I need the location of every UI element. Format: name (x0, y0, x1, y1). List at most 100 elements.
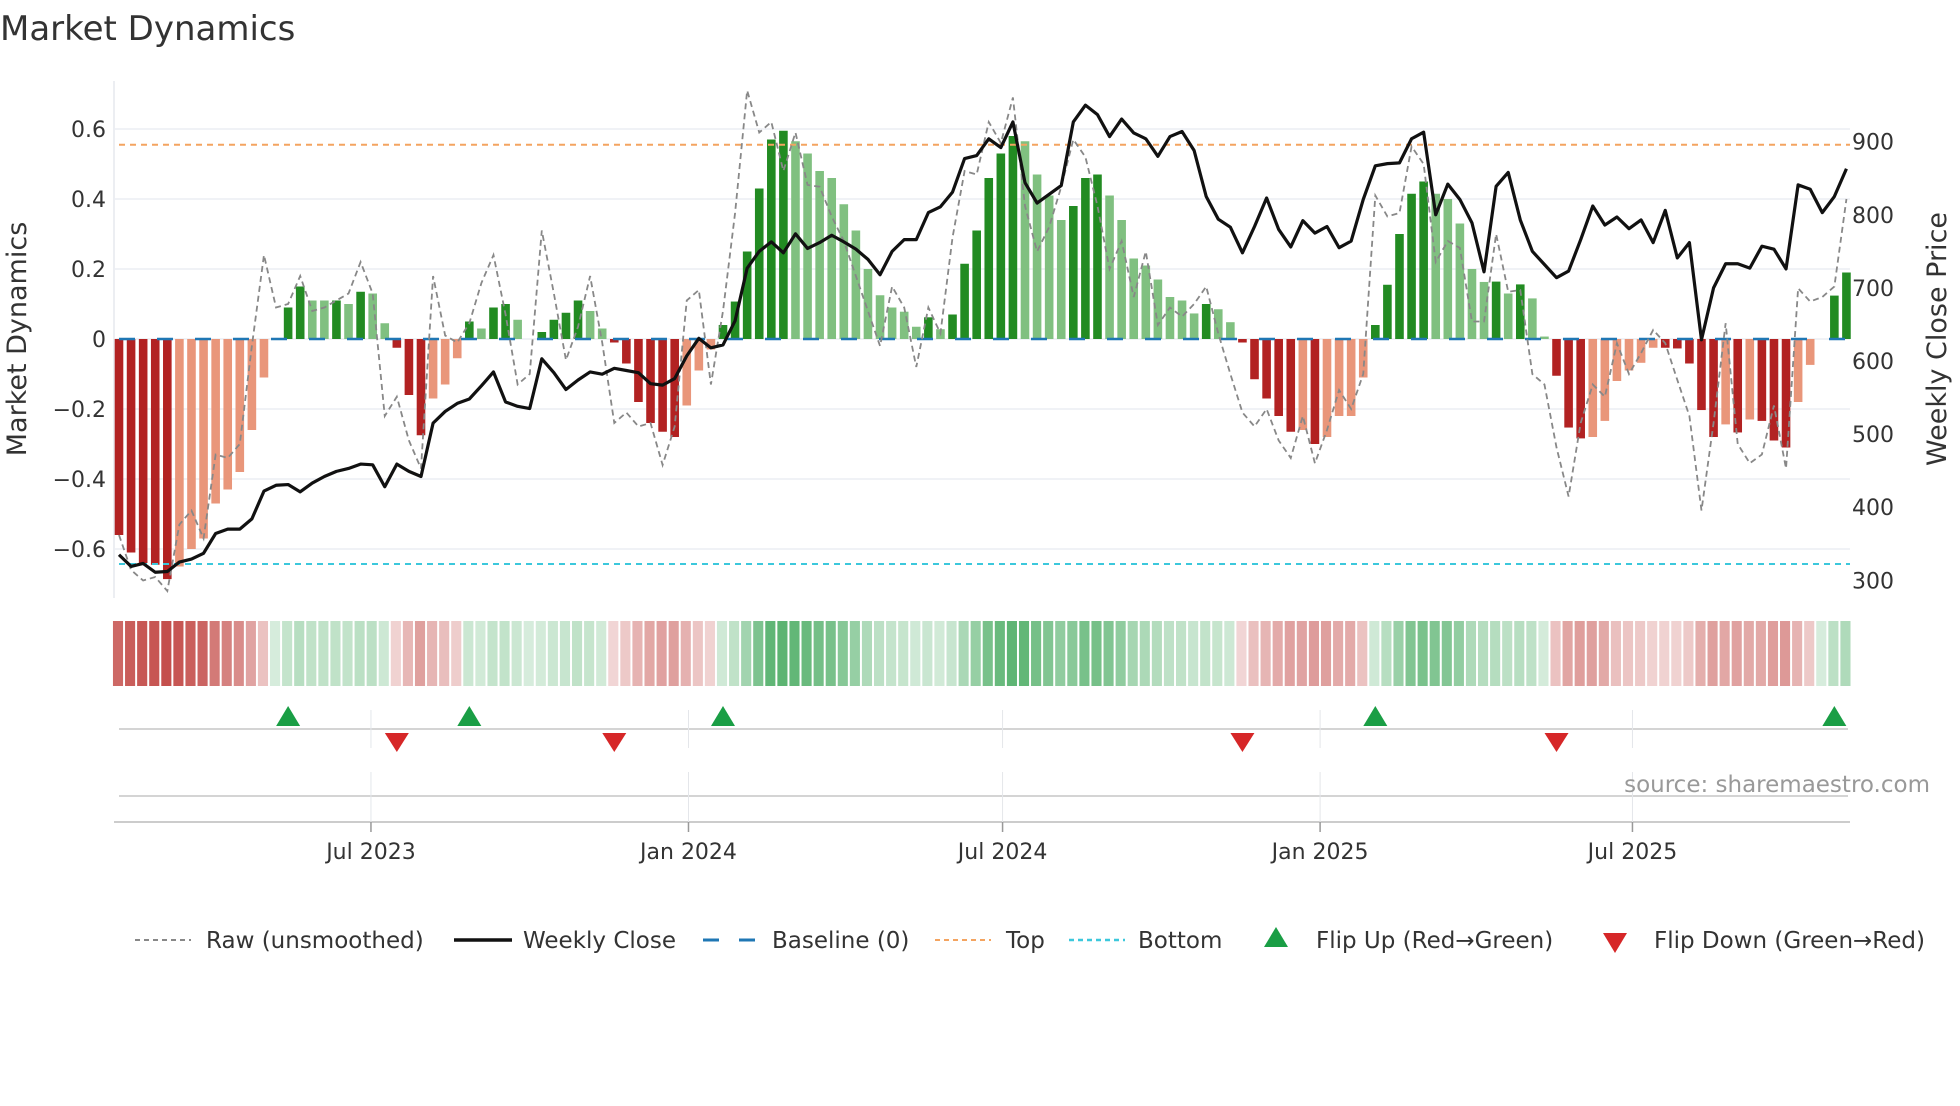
dynamics-bar (199, 339, 208, 539)
y-tick-label: 0 (92, 328, 106, 353)
legend: Raw (unsmoothed)Weekly CloseBaseline (0)… (135, 927, 1925, 954)
heat-cell (1007, 621, 1017, 686)
heat-cell (536, 621, 546, 686)
y-tick-label: 0.4 (71, 188, 106, 213)
dynamics-bar (308, 301, 317, 340)
heat-cell (1321, 621, 1331, 686)
heat-cell (294, 621, 304, 686)
heat-cell (693, 621, 703, 686)
heat-cell (1550, 621, 1560, 686)
heat-cell (826, 621, 836, 686)
heat-cell (946, 621, 956, 686)
heat-cell (560, 621, 570, 686)
heat-cell (125, 621, 135, 686)
x-tick-label: Jul 2023 (324, 840, 416, 865)
heat-cell (1043, 621, 1053, 686)
heat-cell (1780, 621, 1790, 686)
flip-down-marker (602, 733, 626, 752)
heat-cell (1635, 621, 1645, 686)
dynamics-bar (260, 339, 269, 378)
heat-cell (1200, 621, 1210, 686)
dynamics-bar (1456, 224, 1465, 340)
dynamics-bar (1806, 339, 1815, 365)
dynamics-bars (115, 131, 1851, 579)
dynamics-bar (1274, 339, 1283, 416)
heat-cell (1116, 621, 1126, 686)
dynamics-bar (1528, 298, 1537, 339)
heat-cell (1333, 621, 1343, 686)
y2-tick-label: 800 (1852, 204, 1894, 229)
heat-cell (596, 621, 606, 686)
market-dynamics-chart: Market Dynamics −0.6−0.4−0.200.20.40.630… (0, 0, 1960, 1102)
y-tick-label: −0.4 (53, 468, 106, 493)
heat-cell (403, 621, 413, 686)
heat-cell (1804, 621, 1814, 686)
y2-tick-label: 500 (1852, 423, 1894, 448)
dynamics-bar (1226, 322, 1235, 339)
heat-cell (608, 621, 618, 686)
heat-cell (137, 621, 147, 686)
heat-cell (1055, 621, 1065, 686)
dynamics-bar (248, 339, 257, 430)
dynamics-bar (948, 315, 957, 340)
dynamics-bar (1564, 339, 1573, 428)
dynamics-bar (779, 131, 788, 339)
dynamics-bar (151, 339, 160, 565)
flip-up-marker (1363, 706, 1387, 726)
heat-cell (1744, 621, 1754, 686)
dynamics-bar (755, 189, 764, 340)
heat-cell (1381, 621, 1391, 686)
dynamics-bar (1419, 182, 1428, 340)
heat-cell (282, 621, 292, 686)
dynamics-bar (984, 178, 993, 339)
heat-cell (886, 621, 896, 686)
heat-cell (1430, 621, 1440, 686)
dynamics-bar (441, 339, 450, 385)
heat-cell (367, 621, 377, 686)
dynamics-bar (320, 301, 329, 340)
dynamics-bar (840, 204, 849, 339)
dynamics-bar (1383, 285, 1392, 339)
y2-tick-label: 300 (1852, 569, 1894, 594)
dynamics-bar (296, 287, 305, 340)
heat-cell (741, 621, 751, 686)
dynamics-bar (175, 339, 184, 567)
heat-cell (1708, 621, 1718, 686)
dynamics-bar (1842, 273, 1851, 340)
dynamics-bar (1371, 325, 1380, 339)
heat-cell (463, 621, 473, 686)
legend-label-top: Top (1005, 928, 1045, 954)
heat-cell (898, 621, 908, 686)
heat-cell (1792, 621, 1802, 686)
x-tick-label: Jan 2025 (1270, 840, 1369, 865)
dynamics-bar (767, 140, 776, 340)
dynamics-bar (1069, 206, 1078, 339)
legend-label-flip-up: Flip Up (Red→Green) (1316, 928, 1553, 954)
dynamics-bar (1262, 339, 1271, 399)
heat-cell (1587, 621, 1597, 686)
dynamics-bar (380, 323, 389, 339)
flip-down-marker (1230, 733, 1254, 752)
heat-cell (306, 621, 316, 686)
heat-cell (222, 621, 232, 686)
dynamics-bar (453, 339, 462, 358)
dynamics-bar (900, 312, 909, 339)
heat-cell (729, 621, 739, 686)
heat-cell (379, 621, 389, 686)
heat-cell (644, 621, 654, 686)
x-tick-label: Jul 2025 (1586, 840, 1678, 865)
legend-label-flip-down: Flip Down (Green→Red) (1654, 928, 1925, 954)
heat-cell (1732, 621, 1742, 686)
heat-cell (850, 621, 860, 686)
heat-cell (922, 621, 932, 686)
dynamics-bar (876, 295, 885, 339)
heat-cell (1466, 621, 1476, 686)
dynamics-bar (562, 313, 571, 339)
dynamics-bar (127, 339, 136, 553)
heat-cell (1442, 621, 1452, 686)
dynamics-bar (1238, 339, 1247, 343)
heat-cell (1599, 621, 1609, 686)
dynamics-bar (1117, 220, 1126, 339)
heat-cell (487, 621, 497, 686)
y-tick-label: −0.6 (53, 538, 106, 563)
